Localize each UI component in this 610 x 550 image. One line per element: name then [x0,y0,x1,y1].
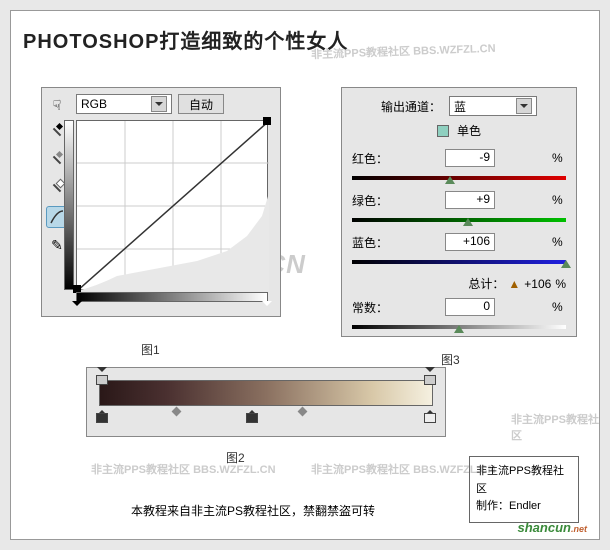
blue-input[interactable]: +106 [445,233,495,251]
eyedropper-gray-icon [50,154,64,168]
dropdown-arrow-icon [516,98,532,114]
page-title: PHOTOSHOP打造细致的个性女人 [23,25,348,54]
dropdown-arrow-icon [151,96,167,112]
output-gradient [64,120,74,290]
black-slider[interactable] [72,301,82,311]
warning-icon: ▲ [508,277,520,291]
watermark: 非主流PPS教程社区 BBS.WZFZL.CN [311,461,496,477]
monochrome-label: 单色 [457,122,481,139]
point-sample-tool[interactable] [46,94,68,116]
channel-mixer-panel: 输出通道： 蓝 单色 红色： -9 % 绿色： +9 % [341,87,577,337]
input-gradient [76,292,268,302]
credit-line1: 非主流PPS教程社区 [476,463,572,498]
green-slider[interactable] [352,215,566,225]
midpoint-handle[interactable] [298,407,308,417]
pencil-icon [51,237,63,254]
pct-label: % [552,193,566,207]
red-input[interactable]: -9 [445,149,495,167]
shancun-logo: shancun.net [518,520,587,535]
blue-label: 蓝色： [352,234,388,251]
total-value: +106 [524,277,551,291]
auto-button[interactable]: 自动 [178,94,224,114]
pct-label: % [552,235,566,249]
watermark: 非主流PPS教程社区 BBS.WZFZL.CN [91,461,276,477]
eyedropper-black-icon [50,126,64,140]
color-stop[interactable] [96,405,108,419]
output-channel-label: 输出通道： [381,98,441,115]
constant-label: 常数： [352,299,388,316]
hand-icon [53,97,62,114]
pct-label: % [552,300,566,314]
output-channel-value: 蓝 [454,98,466,115]
green-input[interactable]: +9 [445,191,495,209]
monochrome-checkbox[interactable] [437,125,449,137]
blue-slider[interactable] [352,257,566,267]
figure-label-3: 图3 [441,351,460,368]
constant-input[interactable]: 0 [445,298,495,316]
channel-value: RGB [81,97,107,111]
pct-label: % [555,277,566,291]
credit-line2: 制作：Endler [476,498,572,516]
credit-box: 非主流PPS教程社区 制作：Endler [469,456,579,523]
watermark: 非主流PPS教程社区 [511,411,599,443]
gradient-editor-panel [86,367,446,437]
white-slider[interactable] [262,301,272,311]
opacity-stop[interactable] [96,367,108,381]
channel-select[interactable]: RGB [76,94,172,114]
color-stop[interactable] [246,405,258,419]
figure-label-1: 图1 [141,341,160,358]
pct-label: % [552,151,566,165]
total-label: 总计： [468,275,504,292]
midpoint-handle[interactable] [172,407,182,417]
curve-grid[interactable] [76,120,268,290]
footer-text: 本教程来自非主流PS教程社区，禁翻禁盗可转 [131,502,375,519]
output-channel-select[interactable]: 蓝 [449,96,537,116]
opacity-stop[interactable] [424,367,436,381]
eyedropper-white-icon [50,182,64,196]
constant-slider[interactable] [352,322,566,332]
color-stop[interactable] [424,405,436,419]
curve-icon [49,209,65,225]
gradient-bar[interactable] [99,380,433,406]
red-label: 红色： [352,150,388,167]
figure-label-2: 图2 [226,449,245,466]
curve-handle-white[interactable] [263,117,271,125]
red-slider[interactable] [352,173,566,183]
curves-panel: RGB 自动 [41,87,281,317]
green-label: 绿色： [352,192,388,209]
